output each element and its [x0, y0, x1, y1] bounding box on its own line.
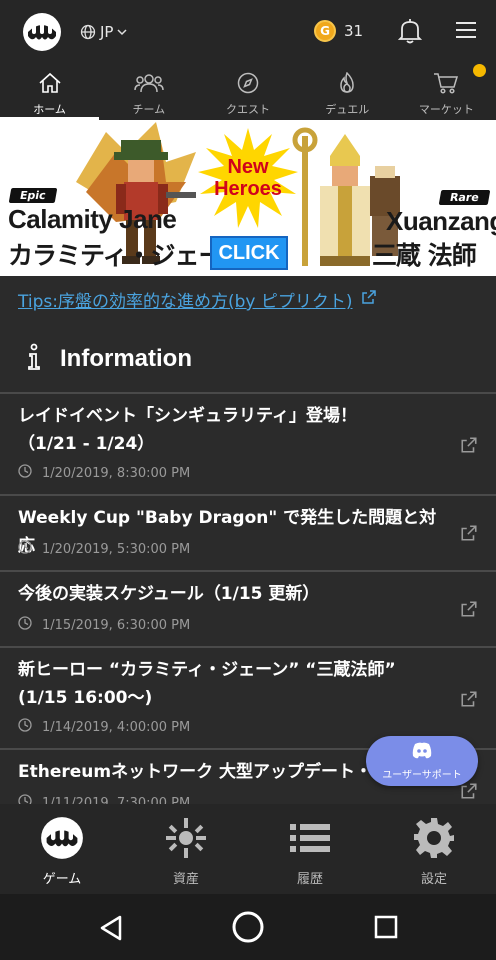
hero-name-en-right: Xuanzang: [386, 206, 496, 236]
tab-label: デュエル: [325, 103, 370, 116]
tips-text: 序盤の効率的な進め方(by ピプリクト): [57, 292, 353, 312]
news-item[interactable]: Weekly Cup "Baby Dragon" で発生した問題と対応 1/20…: [0, 496, 496, 572]
external-link-icon[interactable]: [460, 690, 478, 712]
rare-tag: Rare: [438, 190, 491, 205]
globe-icon: [80, 24, 96, 40]
home-icon: [38, 72, 62, 98]
external-link-icon[interactable]: [460, 436, 478, 458]
tab-quest[interactable]: クエスト: [198, 64, 297, 120]
main-content[interactable]: Tips:序盤の効率的な進め方(by ピプリクト) Information レイ…: [0, 276, 496, 804]
flame-icon: [337, 71, 357, 98]
information-title: Information: [60, 345, 192, 372]
home-circle-icon[interactable]: [231, 910, 265, 948]
bottom-tab-settings[interactable]: 設定: [372, 804, 496, 894]
news-date: 1/14/2019, 4:00:00 PM: [42, 719, 191, 735]
notification-dot: [473, 64, 487, 77]
tab-label: クエスト: [226, 103, 270, 116]
clock-icon: [18, 616, 32, 634]
list-icon: [288, 816, 332, 864]
banner-click-button[interactable]: CLICK: [210, 236, 288, 270]
coin-icon: G: [314, 20, 336, 42]
news-timestamp: 1/15/2019, 6:30:00 PM: [18, 616, 190, 634]
tab-team[interactable]: チーム: [99, 64, 198, 120]
hero-name-en-left: Calamity Jane: [8, 204, 177, 234]
news-timestamp: 1/20/2019, 8:30:00 PM: [18, 464, 190, 482]
assets-icon: [164, 816, 208, 864]
hamburger-menu-icon[interactable]: [455, 20, 477, 44]
new-heroes-banner[interactable]: New Heroes Epic Calamity Jane カラミティ・ジェーン…: [0, 120, 496, 276]
news-date: 1/20/2019, 5:30:00 PM: [42, 541, 191, 557]
clock-icon: [18, 718, 32, 736]
tips-link[interactable]: Tips:序盤の効率的な進め方(by ピプリクト): [18, 287, 377, 312]
chevron-down-icon: [117, 28, 128, 36]
language-selector[interactable]: JP: [80, 20, 128, 44]
clock-icon: [18, 794, 32, 804]
user-support-button[interactable]: ユーザーサポート: [366, 736, 478, 786]
hero-name-jp-right: 三蔵 法師: [372, 241, 477, 270]
info-icon: [26, 343, 42, 375]
back-icon[interactable]: [98, 914, 124, 946]
coin-count: 31: [344, 22, 364, 40]
top-bar: JP G 31: [0, 0, 496, 64]
news-title-line: 新ヒーロー “カラミティ・ジェーン” “三蔵法師”: [18, 660, 396, 680]
epic-tag: Epic: [8, 188, 58, 203]
news-date: 1/11/2019, 7:30:00 PM: [42, 795, 191, 805]
external-link-icon: [361, 289, 377, 310]
bottom-tab-label: ゲーム: [42, 872, 82, 887]
bottom-tab-label: 設定: [420, 872, 447, 887]
news-item[interactable]: 今後の実装スケジュール（1/15 更新） 1/15/2019, 6:30:00 …: [0, 572, 496, 648]
bottom-nav: ゲーム 資産 履歴 設定: [0, 804, 496, 894]
recent-apps-icon[interactable]: [374, 915, 398, 943]
tab-label: マーケット: [418, 103, 474, 116]
news-timestamp: 1/14/2019, 4:00:00 PM: [18, 718, 190, 736]
compass-icon: [237, 72, 259, 98]
external-link-icon[interactable]: [460, 600, 478, 622]
tab-label: ホーム: [33, 103, 66, 116]
news-title-line: 今後の実装スケジュール（1/15 更新）: [18, 584, 320, 604]
tips-prefix: Tips:: [18, 292, 58, 312]
clock-icon: [18, 540, 32, 558]
news-date: 1/20/2019, 8:30:00 PM: [42, 465, 191, 481]
news-title: レイドイベント「シンギュラリティ」登場！ （1/21 - 1/24）: [18, 402, 448, 458]
main-nav: ホーム チーム クエスト デュエル マーケット: [0, 64, 496, 120]
news-title: 新ヒーロー “カラミティ・ジェーン” “三蔵法師” (1/15 16:00〜): [18, 656, 448, 712]
bottom-tab-label: 履歴: [296, 872, 323, 887]
tab-market[interactable]: マーケット: [397, 64, 496, 120]
new-heroes-label: New Heroes: [205, 156, 291, 200]
tab-duel[interactable]: デュエル: [298, 64, 397, 120]
bottom-tab-history[interactable]: 履歴: [248, 804, 372, 894]
clock-icon: [18, 464, 32, 482]
news-title: 今後の実装スケジュール（1/15 更新）: [18, 580, 448, 608]
discord-icon: [411, 742, 433, 764]
tab-label: チーム: [132, 103, 166, 116]
tab-home[interactable]: ホーム: [0, 64, 100, 120]
team-icon: [134, 72, 164, 98]
information-header: Information: [0, 326, 496, 392]
cart-icon: [433, 72, 459, 98]
new-heroes-line2: Heroes: [214, 178, 282, 200]
gear-icon: [412, 816, 456, 864]
news-title-line: (1/15 16:00〜): [18, 688, 153, 708]
game-logo-icon: [40, 816, 84, 864]
news-title-line: （1/21 - 1/24）: [18, 434, 155, 454]
external-link-icon[interactable]: [460, 524, 478, 546]
new-heroes-line1: New: [227, 156, 269, 178]
bottom-tab-label: 資産: [172, 872, 199, 887]
bottom-tab-game[interactable]: ゲーム: [0, 804, 124, 894]
news-item[interactable]: 新ヒーロー “カラミティ・ジェーン” “三蔵法師” (1/15 16:00〜) …: [0, 648, 496, 750]
bell-icon[interactable]: [397, 18, 423, 48]
support-label: ユーザーサポート: [382, 769, 462, 781]
bottom-tab-assets[interactable]: 資産: [124, 804, 248, 894]
news-timestamp: 1/11/2019, 7:30:00 PM: [18, 794, 190, 804]
language-label: JP: [100, 23, 114, 41]
app-logo-icon[interactable]: [22, 12, 62, 52]
news-title-line: レイドイベント「シンギュラリティ」登場！: [18, 406, 357, 426]
news-date: 1/15/2019, 6:30:00 PM: [42, 617, 191, 633]
external-link-icon[interactable]: [460, 782, 478, 804]
news-timestamp: 1/20/2019, 5:30:00 PM: [18, 540, 190, 558]
